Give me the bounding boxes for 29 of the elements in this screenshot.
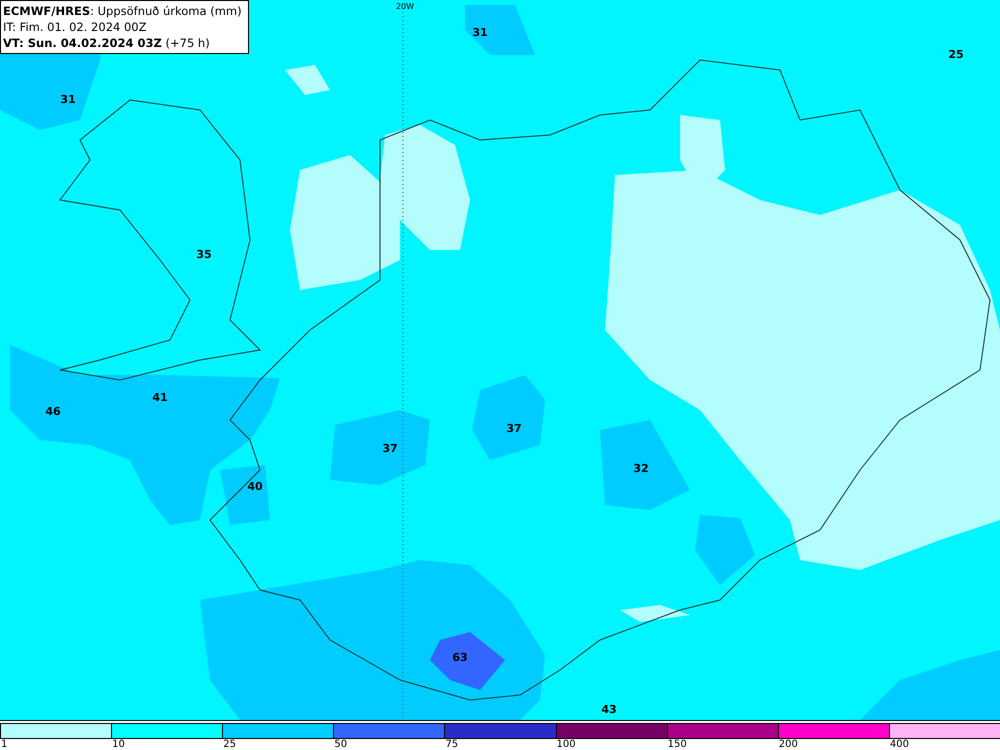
precipitation-value: 37 xyxy=(382,442,398,455)
precipitation-value: 41 xyxy=(152,391,168,404)
precipitation-value: 32 xyxy=(633,462,649,475)
valid-time: VT: Sun. 04.02.2024 03Z (+75 h) xyxy=(3,35,211,51)
precipitation-value: 31 xyxy=(60,93,76,106)
meridian-label: 20W xyxy=(396,2,414,11)
wet-area xyxy=(695,515,755,585)
legend-tick-label: 1 xyxy=(1,739,8,750)
precipitation-value: 31 xyxy=(472,26,488,39)
legend-tick-label: 400 xyxy=(890,739,909,750)
legend-tick-label: 150 xyxy=(668,739,687,750)
precipitation-value: 43 xyxy=(601,703,617,716)
legend-tick-label: 200 xyxy=(778,739,798,750)
precipitation-value: 35 xyxy=(196,248,212,261)
precipitation-value: 46 xyxy=(45,405,61,418)
legend-tick-label: 50 xyxy=(334,739,348,750)
precipitation-value: 63 xyxy=(452,651,468,664)
precipitation-value: 40 xyxy=(247,480,263,493)
dry-area xyxy=(620,605,690,622)
legend-tick-label: 75 xyxy=(445,739,458,750)
initial-time: IT: Fim. 01. 02. 2024 00Z xyxy=(3,19,148,35)
legend-tick-label: 100 xyxy=(556,739,576,750)
precipitation-value: 25 xyxy=(948,48,964,61)
legend-tick-label: 25 xyxy=(223,739,236,750)
legend-tick-label: 10 xyxy=(112,739,125,750)
dry-area xyxy=(285,65,330,95)
wet-area xyxy=(465,5,535,55)
map-title: ECMWF/HRES: Uppsöfnuð úrkoma (mm) xyxy=(3,3,243,19)
precipitation-value: 37 xyxy=(506,422,522,435)
